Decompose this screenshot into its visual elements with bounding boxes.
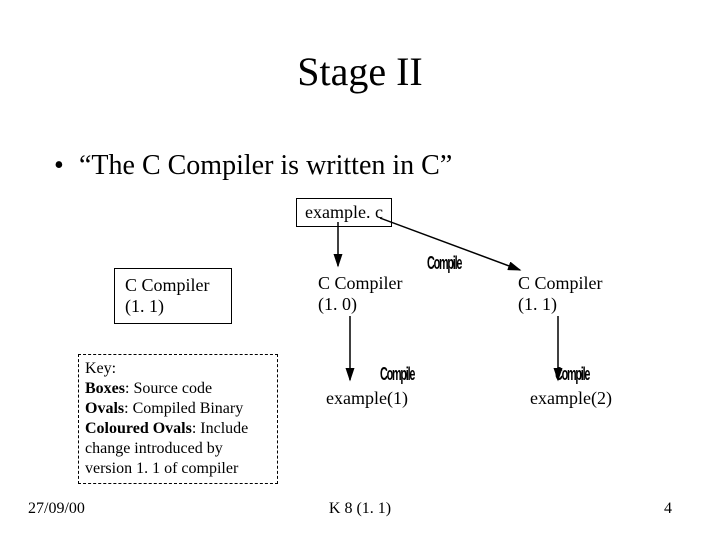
key-box: Key: Boxes: Source code Ovals: Compiled …: [78, 354, 278, 484]
key-heading: Key:: [85, 359, 271, 379]
compiler-c-text: C Compiler (1. 1): [518, 273, 603, 314]
key-l3a-val: Include: [200, 420, 248, 437]
text-compiler-1-1-right: C Compiler (1. 1): [518, 273, 603, 314]
bullet-line: • “The C Compiler is written in C”: [54, 150, 452, 182]
key-line-3c: version 1. 1 of compiler: [85, 459, 271, 479]
compiler-b-text: C Compiler (1. 0): [318, 273, 403, 314]
wordart-compile-2: Compile: [380, 364, 414, 385]
key-line-3b: change introduced by: [85, 439, 271, 459]
key-line-2: Ovals: Compiled Binary: [85, 399, 271, 419]
text-compiler-1-0: C Compiler (1. 0): [318, 273, 403, 314]
box-compiler-1-1-left: C Compiler (1. 1): [114, 268, 232, 324]
slide-title: Stage II: [0, 48, 720, 95]
compiler-a-text: C Compiler (1. 1): [125, 275, 210, 316]
key-l1-val: Source code: [133, 380, 212, 397]
wordart-compile-3: Compile: [555, 364, 589, 385]
bullet-dot: •: [54, 150, 72, 182]
box-example-c: example. c: [296, 198, 392, 227]
text-example-1: example(1): [326, 388, 408, 409]
example2-text: example(2): [530, 388, 612, 408]
key-line-3a: Coloured Ovals: Include: [85, 419, 271, 439]
wordart-compile-1: Compile: [427, 253, 461, 274]
bullet-text: “The C Compiler is written in C”: [79, 150, 452, 181]
footer-page: 4: [664, 500, 672, 518]
footer-center: K 8 (1. 1): [0, 500, 720, 518]
key-line-1: Boxes: Source code: [85, 379, 271, 399]
slide: Stage II • “The C Compiler is written in…: [0, 0, 720, 540]
key-l2-val: Compiled Binary: [133, 400, 244, 417]
text-example-2: example(2): [530, 388, 612, 409]
example1-text: example(1): [326, 388, 408, 408]
